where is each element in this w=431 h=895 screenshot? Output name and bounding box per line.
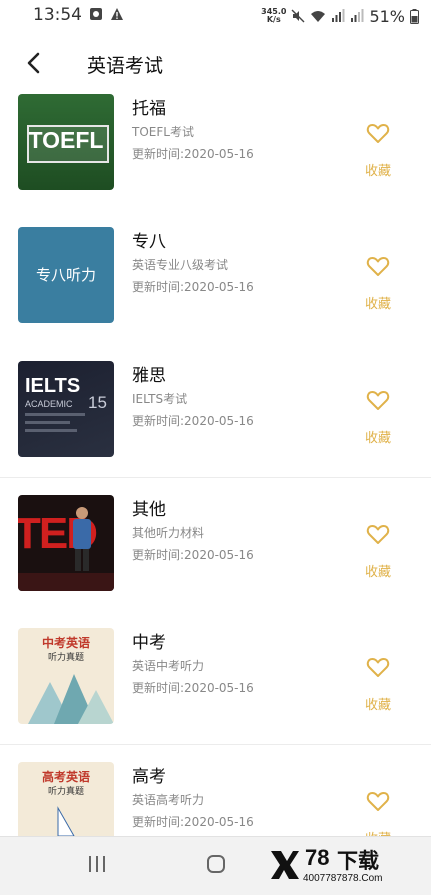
list-item-tem8[interactable]: 专八听力 专八 英语专业八级考试 更新时间:2020-05-16 收藏 — [0, 211, 431, 345]
list-item-other[interactable]: TED 其他 其他听力材料 更新时间:2020-05-16 收藏 — [0, 478, 431, 612]
status-time: 13:54 — [33, 5, 82, 25]
system-nav-bar: 78 下载 4007787878.Com — [0, 836, 431, 895]
thumb-tem8-text: 专八听力 — [35, 266, 96, 284]
item-title: 托福 — [132, 99, 166, 119]
exam-list: TOEFL 托福 TOEFL考试 更新时间:2020-05-16 收藏 专八听力… — [0, 78, 431, 836]
heart-icon — [366, 658, 390, 677]
watermark-word: 下载 — [337, 849, 379, 873]
heart-icon — [366, 525, 390, 544]
item-date: 更新时间:2020-05-16 — [132, 548, 254, 562]
battery-icon — [410, 8, 419, 24]
favorite-label: 收藏 — [364, 297, 391, 312]
thumbnail-gaokao: 高考英语 听力真题 — [18, 762, 114, 836]
thumb-gaokao-sub: 听力真题 — [47, 787, 84, 797]
status-bar: 13:54 345.0 K/s 51% — [0, 0, 431, 32]
heart-icon — [366, 792, 390, 811]
thumbnail-zhongkao: 中考英语 听力真题 — [18, 628, 114, 724]
favorite-label: 收藏 — [364, 698, 391, 713]
heart-icon — [366, 257, 390, 276]
watermark-number: 78 — [305, 845, 330, 870]
mute-icon — [291, 9, 305, 23]
item-desc: TOEFL考试 — [132, 125, 194, 139]
list-item-ielts[interactable]: IELTS ACADEMIC 15 雅思 IELTS考试 更新时间:2020-0… — [0, 344, 431, 478]
watermark-logo: 78 下载 4007787878.Com — [267, 845, 417, 889]
favorite-button[interactable]: 收藏 — [360, 122, 396, 179]
thumbnail-ted: TED — [18, 495, 114, 591]
favorite-label: 收藏 — [364, 565, 391, 580]
item-date: 更新时间:2020-05-16 — [132, 147, 254, 161]
item-desc: 英语高考听力 — [132, 793, 205, 807]
logo-x-icon — [271, 851, 299, 879]
thumbnail-toefl: TOEFL — [18, 94, 114, 190]
thumbnail-tem8: 专八听力 — [18, 227, 114, 323]
thumb-gaokao-text: 高考英语 — [41, 770, 90, 784]
item-desc: 英语专业八级考试 — [132, 258, 229, 272]
back-arrow-icon[interactable] — [22, 50, 46, 76]
heart-icon — [366, 391, 390, 410]
page-title: 英语考试 — [87, 55, 164, 77]
favorite-button[interactable]: 收藏 — [360, 389, 396, 446]
thumb-ielts-num: 15 — [88, 393, 107, 412]
item-title: 雅思 — [132, 366, 166, 386]
favorite-label: 收藏 — [360, 828, 396, 836]
item-date: 更新时间:2020-05-16 — [132, 280, 254, 294]
net-speed: 345.0 K/s — [261, 7, 287, 24]
watermark-phone: 4007787878.Com — [303, 873, 383, 884]
signal-3g-icon — [332, 9, 345, 22]
thumb-ielts-text: IELTS — [25, 375, 81, 397]
thumb-zhongkao-sub: 听力真题 — [47, 653, 84, 663]
battery-percent: 51% — [369, 6, 405, 26]
item-desc: IELTS考试 — [132, 392, 188, 406]
heart-icon — [366, 124, 390, 143]
favorite-button[interactable]: 收藏 — [360, 255, 396, 312]
item-desc: 其他听力材料 — [132, 526, 205, 540]
thumb-toefl-text: TOEFL — [28, 127, 104, 153]
recent-apps-icon[interactable] — [86, 853, 108, 875]
warning-icon — [111, 8, 123, 20]
item-title: 中考 — [132, 633, 166, 653]
list-item-toefl[interactable]: TOEFL 托福 TOEFL考试 更新时间:2020-05-16 收藏 — [0, 78, 431, 212]
screenshot-icon — [90, 8, 102, 20]
favorite-button[interactable]: 收藏 — [360, 656, 396, 713]
thumb-zhongkao-text: 中考英语 — [41, 636, 90, 650]
list-item-zhongkao[interactable]: 中考英语 听力真题 中考 英语中考听力 更新时间:2020-05-16 收藏 — [0, 611, 431, 745]
item-date: 更新时间:2020-05-16 — [132, 414, 254, 428]
thumb-ielts-sub: ACADEMIC — [25, 399, 73, 409]
item-title: 专八 — [132, 232, 166, 252]
favorite-button[interactable]: 收藏 — [360, 790, 396, 836]
favorite-button[interactable]: 收藏 — [360, 523, 396, 580]
wifi-icon — [311, 11, 326, 22]
thumbnail-ielts: IELTS ACADEMIC 15 — [18, 361, 114, 457]
signal-3g-icon-2 — [351, 9, 364, 22]
favorite-label: 收藏 — [364, 164, 391, 179]
item-title: 高考 — [132, 767, 166, 787]
item-title: 其他 — [132, 500, 166, 520]
item-date: 更新时间:2020-05-16 — [132, 681, 254, 695]
item-desc: 英语中考听力 — [132, 659, 205, 673]
list-item-gaokao[interactable]: 高考英语 听力真题 高考 英语高考听力 更新时间:2020-05-16 收藏 — [0, 745, 431, 836]
item-date: 更新时间:2020-05-16 — [132, 815, 254, 829]
home-icon[interactable] — [205, 853, 227, 875]
favorite-label: 收藏 — [364, 431, 391, 446]
